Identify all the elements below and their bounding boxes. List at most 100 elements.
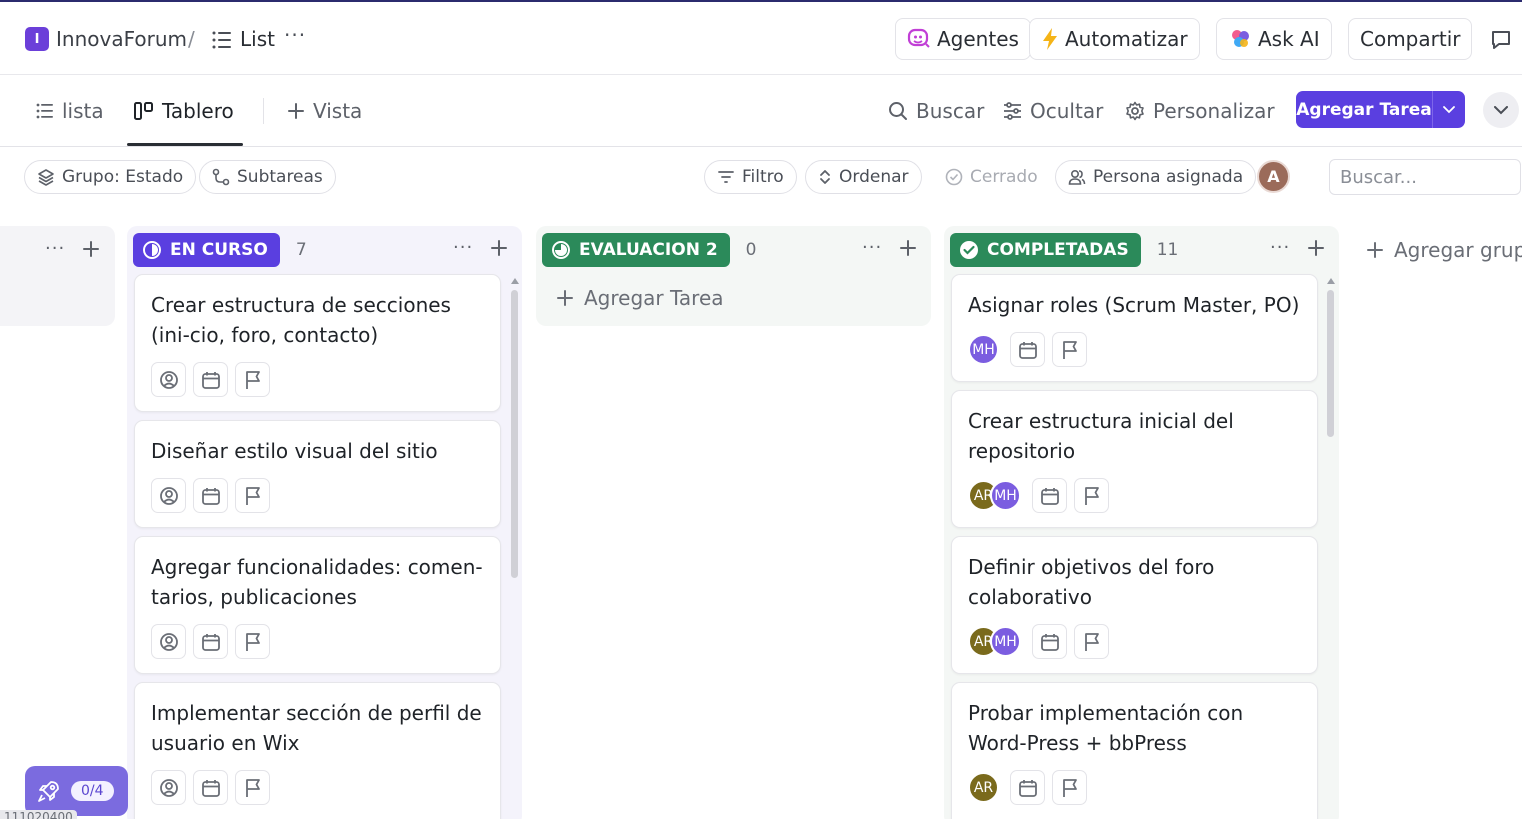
column-more-icon[interactable]: ···: [1270, 237, 1290, 258]
breadcrumb-separator: /: [188, 27, 195, 51]
calendar-icon[interactable]: [1032, 478, 1067, 513]
flag-icon[interactable]: [1052, 332, 1087, 367]
add-task-button[interactable]: Agregar Tarea: [1296, 91, 1465, 128]
customize-button[interactable]: Personalizar: [1125, 99, 1275, 123]
scroll-up-arrow[interactable]: [511, 278, 519, 284]
sort-chip[interactable]: Ordenar: [805, 160, 922, 194]
calendar-icon[interactable]: [193, 624, 228, 659]
group-by-chip[interactable]: Grupo: Estado: [24, 160, 197, 194]
sort-icon: [818, 168, 832, 186]
tab-lista[interactable]: lista: [36, 99, 104, 123]
agents-button[interactable]: Agentes: [895, 18, 1031, 60]
automate-label: Automatizar: [1065, 27, 1188, 51]
task-card[interactable]: Probar implementación con Word-Press + b…: [951, 682, 1318, 819]
flag-icon[interactable]: [235, 624, 270, 659]
more-options-icon[interactable]: ···: [284, 23, 306, 47]
avatar[interactable]: MH: [968, 334, 999, 365]
task-card[interactable]: Crear estructura de secciones (ini-cio, …: [134, 274, 501, 412]
assignee-chip[interactable]: Persona asignada: [1055, 160, 1257, 194]
add-group-button[interactable]: Agregar grupo: [1366, 238, 1522, 262]
card-actions: [151, 624, 270, 659]
assignees: AR MH: [968, 626, 1021, 657]
filter-chip[interactable]: Filtro: [704, 160, 797, 194]
subtasks-label: Subtareas: [237, 167, 323, 187]
calendar-icon[interactable]: [193, 362, 228, 397]
scrollbar[interactable]: [511, 290, 518, 578]
chevron-down-icon[interactable]: [1433, 105, 1465, 114]
task-card[interactable]: Agregar funcionalidades: comen-tarios, p…: [134, 536, 501, 674]
card-actions: [151, 362, 270, 397]
breadcrumb-list[interactable]: List: [240, 27, 275, 51]
flag-icon[interactable]: [1052, 770, 1087, 805]
gear-icon: [1125, 101, 1145, 121]
collapse-toolbar-button[interactable]: [1483, 92, 1519, 128]
task-title: Implementar sección de perfil de usuario…: [151, 701, 482, 755]
add-view-button[interactable]: Vista: [287, 99, 362, 123]
plus-icon[interactable]: [82, 240, 100, 258]
flag-icon[interactable]: [235, 770, 270, 805]
ask-ai-button[interactable]: Ask AI: [1216, 18, 1332, 60]
task-title: Crear estructura de secciones (ini-cio, …: [151, 293, 451, 347]
task-title: Crear estructura inicial del repositorio: [968, 409, 1234, 463]
assignee-icon[interactable]: [151, 362, 186, 397]
status-badge[interactable]: EVALUACION 2: [542, 233, 730, 267]
avatar[interactable]: A: [1257, 160, 1290, 193]
plus-icon[interactable]: [1307, 239, 1325, 257]
column-more-icon[interactable]: ···: [862, 237, 882, 258]
assignee-icon[interactable]: [151, 770, 186, 805]
assignee-icon[interactable]: [151, 624, 186, 659]
task-card[interactable]: Diseñar estilo visual del sitio: [134, 420, 501, 528]
calendar-icon[interactable]: [193, 770, 228, 805]
task-count: 0: [745, 240, 757, 260]
workspace-logo[interactable]: I: [25, 27, 49, 51]
assignee-label: Persona asignada: [1093, 167, 1244, 187]
board-column-collapsed: ···: [0, 226, 115, 326]
automate-button[interactable]: Automatizar: [1029, 18, 1200, 60]
search-input[interactable]: [1329, 159, 1521, 195]
task-card[interactable]: Implementar sección de perfil de usuario…: [134, 682, 501, 819]
chat-icon[interactable]: [1490, 29, 1512, 51]
flag-icon[interactable]: [235, 362, 270, 397]
closed-chip[interactable]: Cerrado: [932, 160, 1051, 194]
ai-sparkle-icon: [1228, 27, 1252, 51]
add-task-inline-button[interactable]: Agregar Tarea: [556, 286, 724, 310]
task-card[interactable]: Crear estructura inicial del repositorio…: [951, 390, 1318, 528]
calendar-icon[interactable]: [193, 478, 228, 513]
avatar[interactable]: MH: [990, 480, 1021, 511]
task-card[interactable]: Definir objetivos del foro colaborativo …: [951, 536, 1318, 674]
scrollbar[interactable]: [1327, 290, 1334, 437]
scroll-up-arrow[interactable]: [1327, 278, 1335, 284]
add-view-label: Vista: [313, 99, 363, 123]
onboarding-widget[interactable]: 0/4: [25, 766, 128, 816]
tab-tablero[interactable]: Tablero: [134, 99, 234, 123]
hide-button[interactable]: Ocultar: [1003, 99, 1103, 123]
workspace-name[interactable]: InnovaForum: [56, 27, 187, 51]
task-card[interactable]: Asignar roles (Scrum Master, PO) MH: [951, 274, 1318, 382]
plus-icon[interactable]: [490, 239, 508, 257]
flag-icon[interactable]: [1074, 624, 1109, 659]
search-button[interactable]: Buscar: [888, 99, 984, 123]
assignee-icon[interactable]: [151, 478, 186, 513]
calendar-icon[interactable]: [1032, 624, 1067, 659]
check-circle-icon: [959, 240, 979, 260]
tab-label: lista: [62, 99, 104, 123]
status-badge[interactable]: COMPLETADAS: [950, 233, 1141, 267]
calendar-icon[interactable]: [1010, 770, 1045, 805]
column-more-icon[interactable]: ···: [453, 237, 473, 258]
column-more-icon[interactable]: ···: [45, 238, 65, 259]
flag-icon[interactable]: [235, 478, 270, 513]
lightning-icon: [1041, 27, 1059, 51]
share-button[interactable]: Compartir: [1348, 18, 1473, 60]
plus-icon[interactable]: [899, 239, 917, 257]
subtasks-chip[interactable]: Subtareas: [199, 160, 336, 194]
avatar[interactable]: AR: [968, 772, 999, 803]
review-icon: [551, 240, 571, 260]
sort-label: Ordenar: [839, 167, 909, 187]
task-title: Definir objetivos del foro colaborativo: [968, 555, 1215, 609]
flag-icon[interactable]: [1074, 478, 1109, 513]
calendar-icon[interactable]: [1010, 332, 1045, 367]
status-badge[interactable]: EN CURSO: [133, 233, 280, 267]
avatar[interactable]: MH: [990, 626, 1021, 657]
top-bar: I InnovaForum / List ··· Agentes Automat…: [0, 0, 1522, 75]
plus-icon: [287, 102, 305, 120]
